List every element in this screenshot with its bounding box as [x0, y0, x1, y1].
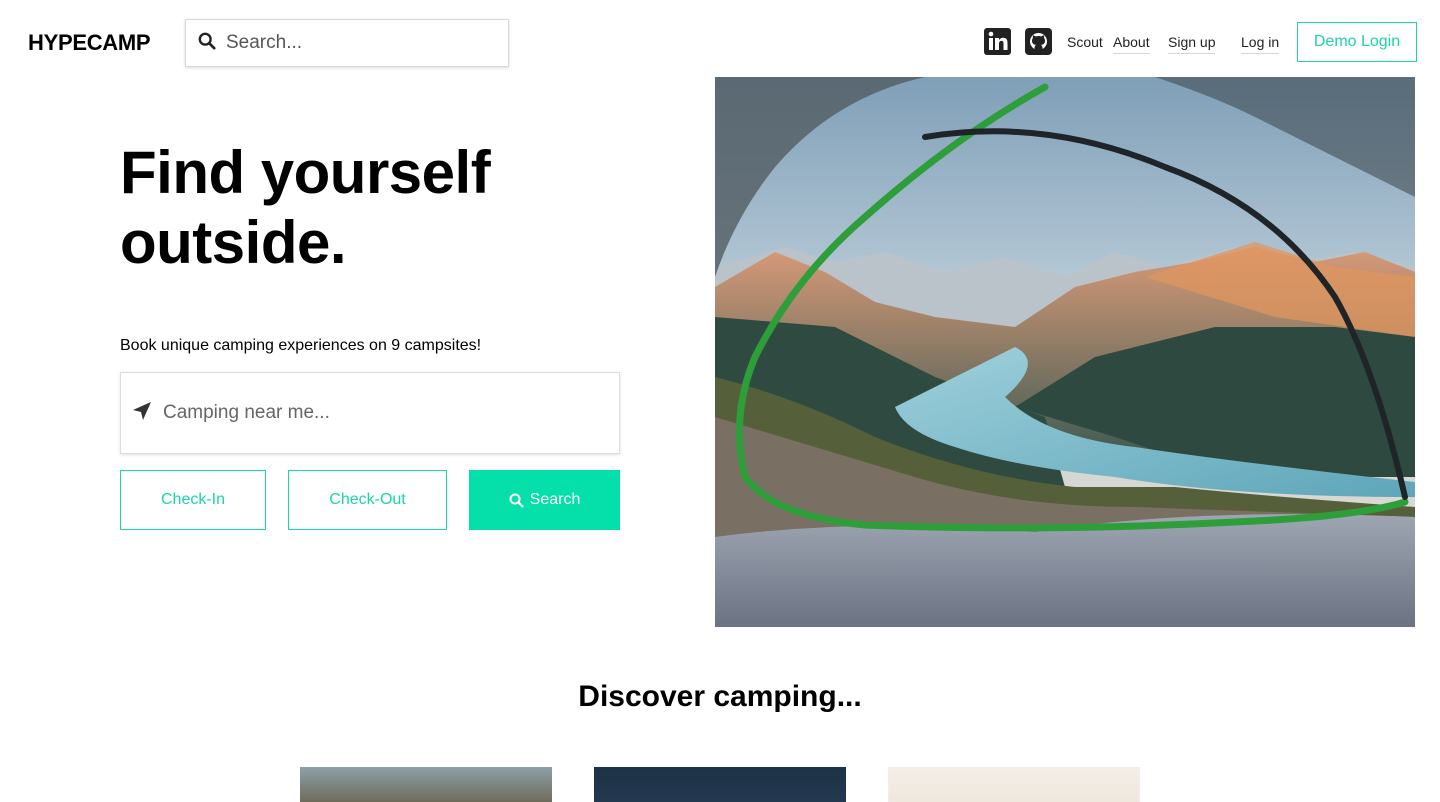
search-button[interactable]: Search [469, 470, 620, 530]
nav-search-input[interactable] [226, 32, 486, 54]
campsite-card[interactable] [888, 767, 1140, 802]
nav-link-sign-up[interactable]: Sign up [1168, 34, 1216, 54]
nav-link-about[interactable]: About [1113, 34, 1150, 54]
nav-search-bar[interactable] [185, 19, 509, 67]
hero-subtitle: Book unique camping experiences on 9 cam… [120, 337, 482, 354]
nav-link-scout[interactable]: Scout [1067, 34, 1103, 50]
search-icon [198, 32, 216, 55]
hero-title: Find yourself outside. [120, 138, 491, 278]
campsite-card[interactable] [594, 767, 846, 802]
location-arrow-icon [131, 400, 153, 427]
github-icon[interactable] [1025, 28, 1052, 55]
campsite-card[interactable] [300, 767, 552, 802]
nav-link-log-in[interactable]: Log in [1241, 34, 1280, 54]
hero-title-line-1: Find yourself [120, 139, 491, 206]
search-icon [509, 492, 524, 508]
logo[interactable]: HYPECAMP [28, 30, 151, 56]
hero-image-tent-mountain-lake [715, 77, 1415, 627]
search-button-label: Search [529, 491, 581, 508]
location-search-box[interactable] [120, 372, 620, 454]
discover-heading: Discover camping... [578, 680, 862, 713]
demo-login-button[interactable]: Demo Login [1297, 22, 1417, 62]
location-input[interactable] [163, 402, 583, 424]
check-in-button[interactable]: Check-In [120, 470, 266, 530]
linkedin-icon[interactable] [984, 28, 1011, 55]
check-out-button[interactable]: Check-Out [288, 470, 447, 530]
hero-title-line-2: outside. [120, 209, 347, 276]
